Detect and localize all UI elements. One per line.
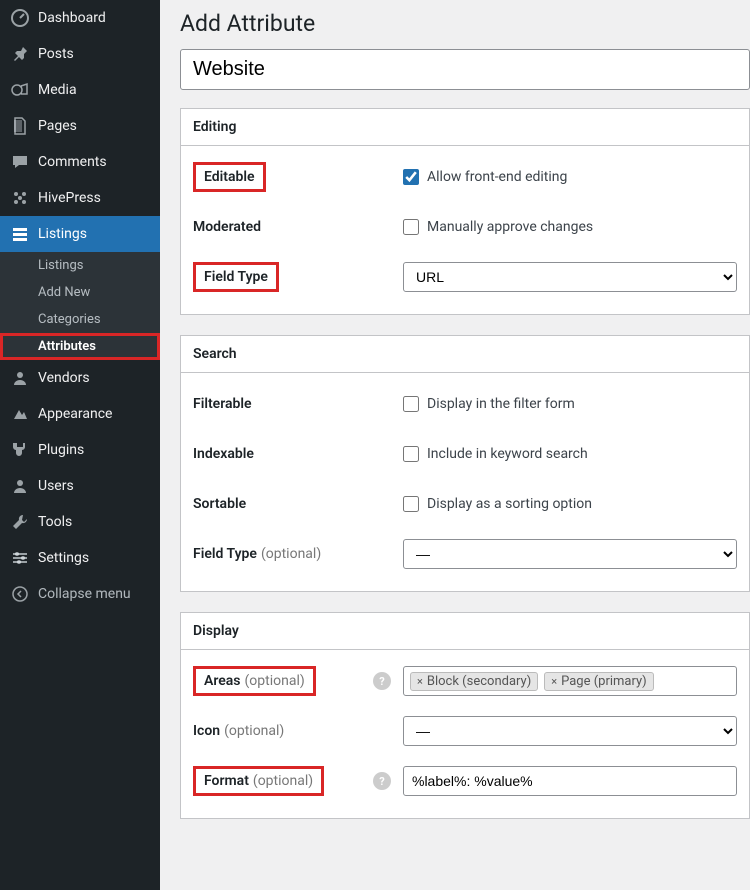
collapse-icon bbox=[10, 584, 30, 604]
hivepress-icon bbox=[10, 188, 30, 208]
menu-label: Collapse menu bbox=[38, 586, 131, 602]
list-icon bbox=[10, 224, 30, 244]
filterable-checkbox[interactable] bbox=[403, 396, 419, 412]
filterable-label: Filterable bbox=[193, 396, 403, 412]
areas-label: Areas(optional) ? bbox=[193, 666, 403, 696]
menu-collapse[interactable]: Collapse menu bbox=[0, 576, 160, 612]
menu-vendors[interactable]: Vendors bbox=[0, 360, 160, 396]
edit-fieldtype-label: Field Type bbox=[193, 262, 403, 292]
menu-label: Plugins bbox=[38, 442, 84, 458]
menu-label: Users bbox=[38, 478, 74, 494]
menu-label: Listings bbox=[38, 226, 87, 242]
submenu-listings-all[interactable]: Listings bbox=[0, 252, 160, 279]
close-icon[interactable]: × bbox=[551, 675, 557, 688]
page-title: Add Attribute bbox=[180, 10, 750, 37]
moderated-check-label[interactable]: Manually approve changes bbox=[427, 219, 593, 235]
menu-label: Tools bbox=[38, 514, 72, 530]
indexable-label: Indexable bbox=[193, 446, 403, 462]
format-label: Format(optional) ? bbox=[193, 766, 403, 796]
admin-sidebar: Dashboard Posts Media Pages Comments Hiv… bbox=[0, 0, 160, 890]
submenu-addnew[interactable]: Add New bbox=[0, 279, 160, 306]
menu-appearance[interactable]: Appearance bbox=[0, 396, 160, 432]
help-icon[interactable]: ? bbox=[373, 672, 391, 690]
user-icon bbox=[10, 476, 30, 496]
editing-header: Editing bbox=[181, 109, 749, 146]
dashboard-icon bbox=[10, 8, 30, 28]
menu-plugins[interactable]: Plugins bbox=[0, 432, 160, 468]
search-fieldtype-select[interactable]: — bbox=[403, 539, 737, 569]
page-icon bbox=[10, 116, 30, 136]
menu-label: Appearance bbox=[38, 406, 112, 422]
menu-label: Vendors bbox=[38, 370, 90, 386]
help-icon[interactable]: ? bbox=[373, 772, 391, 790]
menu-dashboard[interactable]: Dashboard bbox=[0, 0, 160, 36]
edit-fieldtype-select[interactable]: URL bbox=[403, 262, 737, 292]
search-fieldtype-label: Field Type(optional) bbox=[193, 546, 403, 562]
menu-label: Pages bbox=[38, 118, 77, 134]
editable-checkbox[interactable] bbox=[403, 169, 419, 185]
moderated-checkbox[interactable] bbox=[403, 219, 419, 235]
menu-label: Media bbox=[38, 82, 77, 98]
editable-check-label[interactable]: Allow front-end editing bbox=[427, 169, 567, 185]
moderated-label: Moderated bbox=[193, 219, 403, 235]
menu-hivepress[interactable]: HivePress bbox=[0, 180, 160, 216]
menu-listings[interactable]: Listings bbox=[0, 216, 160, 252]
sortable-check-label[interactable]: Display as a sorting option bbox=[427, 496, 592, 512]
attribute-name-input[interactable] bbox=[180, 49, 750, 90]
areas-tags-input[interactable]: ×Block (secondary) ×Page (primary) bbox=[403, 666, 737, 696]
icon-label: Icon(optional) bbox=[193, 723, 403, 739]
pin-icon bbox=[10, 44, 30, 64]
media-icon bbox=[10, 80, 30, 100]
sortable-label: Sortable bbox=[193, 496, 403, 512]
menu-users[interactable]: Users bbox=[0, 468, 160, 504]
submenu-listings: Listings Add New Categories Attributes bbox=[0, 252, 160, 360]
menu-label: Comments bbox=[38, 154, 107, 170]
search-box: Search Filterable Display in the filter … bbox=[180, 335, 750, 592]
indexable-check-label[interactable]: Include in keyword search bbox=[427, 446, 588, 462]
menu-posts[interactable]: Posts bbox=[0, 36, 160, 72]
comment-icon bbox=[10, 152, 30, 172]
menu-media[interactable]: Media bbox=[0, 72, 160, 108]
menu-label: Settings bbox=[38, 550, 89, 566]
submenu-attributes[interactable]: Attributes bbox=[0, 333, 160, 360]
menu-tools[interactable]: Tools bbox=[0, 504, 160, 540]
main-content: Add Attribute Editing Editable Allow fro… bbox=[160, 0, 750, 890]
editable-label: Editable bbox=[193, 162, 403, 192]
menu-label: Posts bbox=[38, 46, 74, 62]
menu-pages[interactable]: Pages bbox=[0, 108, 160, 144]
tool-icon bbox=[10, 512, 30, 532]
menu-comments[interactable]: Comments bbox=[0, 144, 160, 180]
format-input[interactable] bbox=[403, 766, 737, 796]
vendor-icon bbox=[10, 368, 30, 388]
display-box: Display Areas(optional) ? ×Block (second… bbox=[180, 612, 750, 819]
area-tag[interactable]: ×Block (secondary) bbox=[410, 672, 538, 691]
indexable-checkbox[interactable] bbox=[403, 446, 419, 462]
plugin-icon bbox=[10, 440, 30, 460]
display-header: Display bbox=[181, 613, 749, 650]
appearance-icon bbox=[10, 404, 30, 424]
submenu-categories[interactable]: Categories bbox=[0, 306, 160, 333]
sortable-checkbox[interactable] bbox=[403, 496, 419, 512]
close-icon[interactable]: × bbox=[417, 675, 423, 688]
filterable-check-label[interactable]: Display in the filter form bbox=[427, 396, 575, 412]
menu-label: HivePress bbox=[38, 190, 101, 206]
editing-box: Editing Editable Allow front-end editing… bbox=[180, 108, 750, 315]
area-tag[interactable]: ×Page (primary) bbox=[544, 672, 653, 691]
settings-icon bbox=[10, 548, 30, 568]
menu-settings[interactable]: Settings bbox=[0, 540, 160, 576]
search-header: Search bbox=[181, 336, 749, 373]
icon-select[interactable]: — bbox=[403, 716, 737, 746]
menu-label: Dashboard bbox=[38, 10, 106, 26]
